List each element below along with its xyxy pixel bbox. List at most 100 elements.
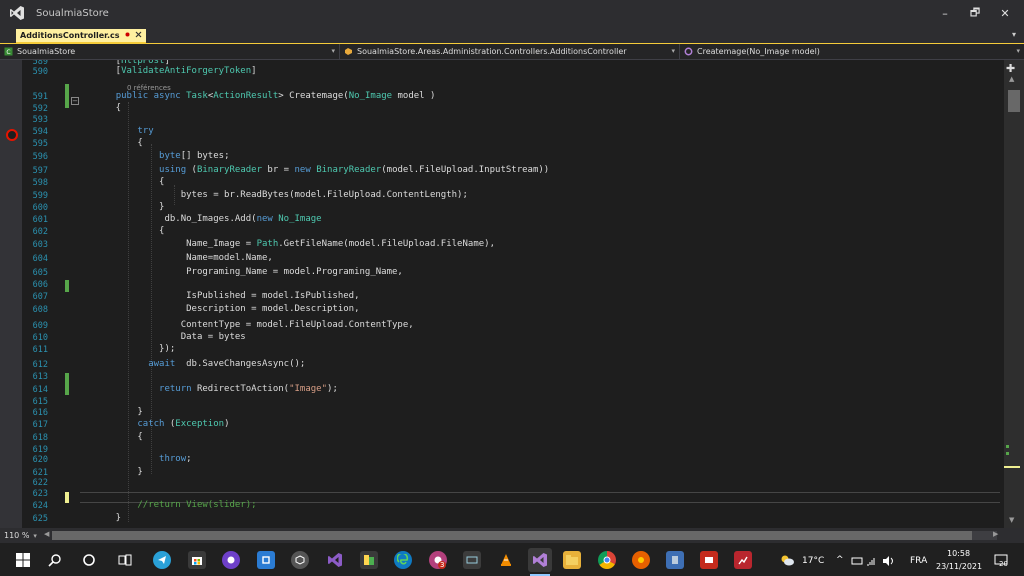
- weather-icon[interactable]: [778, 551, 796, 569]
- microsoft-store-icon[interactable]: [188, 551, 206, 569]
- powerpoint-style-icon[interactable]: [700, 551, 718, 569]
- sql-server-icon[interactable]: [360, 551, 378, 569]
- code-line[interactable]: ContentType = model.FileUpload.ContentTy…: [94, 320, 414, 330]
- pin-icon[interactable]: [124, 31, 131, 40]
- code-line[interactable]: Name_Image = Path.GetFileName(model.File…: [94, 239, 495, 249]
- code-line[interactable]: try: [94, 126, 154, 136]
- visual-studio-active-icon[interactable]: [528, 548, 552, 572]
- code-line[interactable]: //return View(slider);: [94, 500, 256, 510]
- weather-temperature[interactable]: 17°C: [802, 556, 824, 566]
- code-line[interactable]: db.No_Images.Add(new No_Image: [94, 214, 321, 224]
- horizontal-scroll-thumb[interactable]: [52, 531, 972, 540]
- vertical-scroll-thumb[interactable]: [1008, 90, 1020, 112]
- project-name: SoualmiaStore: [17, 47, 76, 56]
- code-token: ActionResult: [213, 91, 279, 101]
- scroll-down-icon[interactable]: ▼: [1009, 516, 1014, 524]
- clock-date[interactable]: 23/11/2021: [936, 562, 982, 571]
- chart-app-icon[interactable]: [734, 551, 752, 569]
- scroll-left-icon[interactable]: ◀: [44, 530, 49, 538]
- chrome-icon[interactable]: [598, 551, 616, 569]
- chevron-down-icon: ▾: [331, 46, 335, 55]
- code-line[interactable]: using (BinaryReader br = new BinaryReade…: [94, 165, 549, 175]
- code-line[interactable]: });: [94, 344, 175, 354]
- code-token: ]: [251, 66, 257, 76]
- network-app-icon[interactable]: [257, 551, 275, 569]
- code-line[interactable]: byte[] bytes;: [94, 151, 229, 161]
- scroll-right-icon[interactable]: ▶: [993, 530, 998, 538]
- code-token: Exception: [175, 419, 225, 429]
- code-line[interactable]: {: [94, 177, 164, 187]
- code-line[interactable]: }: [94, 513, 121, 523]
- code-token: bytes = br.ReadBytes(model.FileUpload.Co…: [94, 190, 468, 200]
- project-dropdown[interactable]: C SoualmiaStore ▾: [0, 43, 340, 60]
- firefox-icon[interactable]: [632, 551, 650, 569]
- edge-browser-icon[interactable]: [394, 551, 412, 569]
- tab-additionscontroller[interactable]: AdditionsController.cs: [16, 29, 146, 44]
- code-line[interactable]: public async Task<ActionResult> Createma…: [94, 91, 436, 101]
- restore-button[interactable]: 🗗: [960, 0, 990, 26]
- clock-time[interactable]: 10:58: [947, 549, 970, 558]
- telegram-icon[interactable]: [153, 551, 171, 569]
- github-desktop-icon[interactable]: [222, 551, 240, 569]
- code-editor[interactable]: 589 590 591 592 593 594 595 596 597 598 599 600 601 6…: [0, 60, 1004, 528]
- vlc-icon[interactable]: [497, 551, 515, 569]
- close-window-button[interactable]: ✕: [990, 0, 1020, 26]
- code-line[interactable]: catch (Exception): [94, 419, 229, 429]
- code-token: Programing_Name = model.Programing_Name,: [94, 267, 403, 277]
- code-line[interactable]: {: [94, 226, 164, 236]
- keyboard-app-icon[interactable]: [463, 551, 481, 569]
- code-area[interactable]: [HttpPost] [ValidateAntiForgeryToken] pu…: [0, 60, 1004, 528]
- class-dropdown[interactable]: SoualmiaStore.Areas.Administration.Contr…: [340, 43, 680, 60]
- code-token: byte: [159, 151, 181, 161]
- code-line[interactable]: }: [94, 202, 164, 212]
- code-line[interactable]: }: [94, 467, 142, 477]
- code-token: [: [94, 66, 122, 76]
- scroll-up-icon[interactable]: ▲: [1009, 75, 1014, 83]
- code-token: await: [148, 359, 176, 369]
- tab-list-dropdown[interactable]: ▾: [1012, 30, 1016, 39]
- chevron-down-icon: ▾: [1016, 46, 1020, 55]
- code-token: ;: [186, 454, 192, 464]
- code-line[interactable]: {: [94, 138, 142, 148]
- code-line[interactable]: Name=model.Name,: [94, 253, 273, 263]
- split-editor-icon[interactable]: ✚: [1006, 62, 1015, 75]
- notes-app-icon[interactable]: [666, 551, 684, 569]
- member-dropdown[interactable]: Createmage(No_Image model) ▾: [680, 44, 1024, 60]
- code-line[interactable]: {: [94, 432, 142, 442]
- code-line[interactable]: bytes = br.ReadBytes(model.FileUpload.Co…: [94, 190, 468, 200]
- code-line[interactable]: }: [94, 407, 142, 417]
- minimize-button[interactable]: –: [930, 0, 960, 26]
- chevron-down-icon: ▾: [671, 46, 675, 55]
- code-token: using: [159, 165, 187, 175]
- code-line[interactable]: IsPublished = model.IsPublished,: [94, 291, 359, 301]
- cortana-icon[interactable]: [80, 551, 98, 569]
- code-line[interactable]: {: [94, 103, 121, 113]
- windows-start-icon[interactable]: [14, 551, 32, 569]
- code-line[interactable]: await db.SaveChangesAsync();: [94, 359, 305, 369]
- chevron-up-icon[interactable]: ^: [836, 555, 844, 565]
- input-language[interactable]: FRA: [910, 556, 927, 566]
- code-line[interactable]: Data = bytes: [94, 332, 246, 342]
- code-token: db.SaveChangesAsync();: [175, 359, 306, 369]
- code-line[interactable]: throw;: [94, 454, 192, 464]
- task-view-icon[interactable]: [116, 551, 134, 569]
- code-line[interactable]: [ValidateAntiForgeryToken]: [94, 66, 257, 76]
- code-line[interactable]: return RedirectToAction("Image");: [94, 384, 338, 394]
- code-line[interactable]: Description = model.Description,: [94, 304, 359, 314]
- zoom-dropdown-icon[interactable]: ▾: [33, 532, 37, 540]
- close-icon[interactable]: [135, 31, 142, 40]
- code-token: try: [137, 126, 154, 136]
- system-tray-icons[interactable]: [851, 555, 903, 569]
- file-explorer-icon[interactable]: [563, 551, 581, 569]
- search-icon[interactable]: [46, 551, 64, 569]
- zoom-level[interactable]: 110 %: [4, 531, 29, 540]
- unity-hub-icon[interactable]: [291, 551, 309, 569]
- visual-studio-2019-icon[interactable]: [326, 551, 344, 569]
- code-token: return: [159, 384, 192, 394]
- method-icon: [684, 47, 693, 56]
- vertical-scrollbar[interactable]: [1004, 60, 1024, 528]
- code-line[interactable]: Programing_Name = model.Programing_Name,: [94, 267, 403, 277]
- title-bar: SoualmiaStore – 🗗 ✕: [0, 0, 1024, 26]
- codelens-references[interactable]: 0 références: [127, 84, 171, 92]
